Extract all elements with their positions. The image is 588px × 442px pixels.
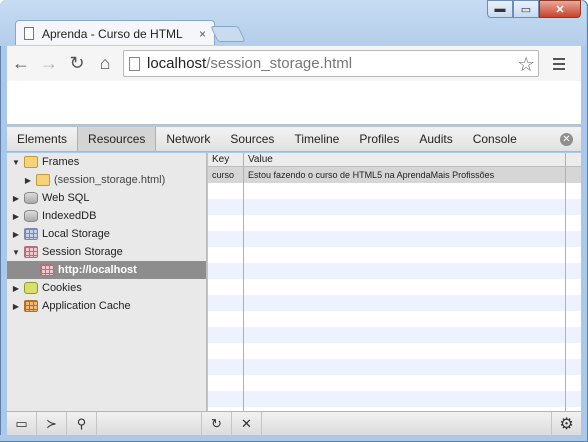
empty-row	[208, 215, 581, 231]
empty-row	[208, 231, 581, 247]
table-row[interactable]: curso Estou fazendo o curso de HTML5 na …	[208, 167, 581, 183]
database-icon	[24, 210, 38, 222]
maximize-button[interactable]: ▭	[513, 0, 539, 18]
tab-close-icon[interactable]: ×	[199, 27, 206, 41]
sidebar-item-label: Cookies	[42, 282, 82, 294]
empty-row	[208, 391, 581, 407]
empty-row	[208, 183, 581, 199]
sidebar-item-indexeddb[interactable]: ▶ IndexedDB	[7, 207, 206, 225]
sidebar-item-cookies[interactable]: ▶ Cookies	[7, 279, 206, 297]
console-drawer-icon[interactable]: ≻	[37, 411, 67, 436]
empty-row	[208, 327, 581, 343]
empty-row	[208, 263, 581, 279]
sidebar-item-label: IndexedDB	[42, 210, 97, 222]
expand-arrow-icon[interactable]: ▶	[23, 176, 33, 185]
expand-arrow-icon[interactable]: ▶	[11, 302, 21, 311]
tab-console[interactable]: Console	[463, 127, 527, 151]
bookmark-star-icon[interactable]: ☆	[517, 52, 535, 77]
menu-bar	[553, 62, 565, 65]
address-bar[interactable]: localhost/session_storage.html ☆	[123, 50, 539, 77]
back-button[interactable]: ←	[7, 50, 35, 78]
sidebar-item-localhost[interactable]: http://localhost	[7, 261, 206, 279]
cookie-icon	[24, 282, 38, 294]
tab-sources[interactable]: Sources	[220, 127, 284, 151]
expand-arrow-icon[interactable]: ▼	[11, 158, 21, 167]
forward-button[interactable]: →	[35, 50, 63, 78]
url-path: /session_storage.html	[206, 55, 353, 72]
sidebar-item-label: Frames	[42, 156, 80, 168]
storage-data-grid: Key Value curso Estou fazendo o curso de…	[208, 153, 581, 411]
browser-tab[interactable]: Aprenda - Curso de HTML ×	[15, 20, 215, 46]
page-icon	[129, 56, 140, 71]
grid-header: Key Value	[208, 153, 581, 167]
key-column-header[interactable]: Key	[208, 153, 244, 166]
tab-profiles[interactable]: Profiles	[349, 127, 409, 151]
empty-row	[208, 359, 581, 375]
search-icon[interactable]: ⚲	[67, 411, 97, 436]
url-host: localhost	[147, 55, 207, 72]
sidebar-item-label: Local Storage	[42, 228, 110, 240]
database-icon	[24, 192, 38, 204]
home-button[interactable]: ⌂	[91, 50, 119, 78]
tab-elements[interactable]: Elements	[7, 127, 77, 151]
window-controls: ▬ ▭ ✕	[487, 0, 581, 18]
expand-arrow-icon[interactable]: ▶	[11, 194, 21, 203]
delete-icon[interactable]: ✕	[232, 411, 262, 436]
tab-audits[interactable]: Audits	[409, 127, 462, 151]
empty-row	[208, 311, 581, 327]
app-cache-icon	[24, 300, 38, 312]
menu-button[interactable]	[545, 50, 573, 78]
expand-arrow-icon[interactable]: ▶	[11, 284, 21, 293]
tab-timeline[interactable]: Timeline	[284, 127, 349, 151]
page-icon	[24, 27, 34, 40]
sidebar-item-session-storage[interactable]: ▼ Session Storage	[7, 243, 206, 261]
sidebar-item-application-cache[interactable]: ▶ Application Cache	[7, 297, 206, 315]
empty-row	[208, 375, 581, 391]
folder-icon	[36, 174, 50, 186]
empty-row	[208, 295, 581, 311]
expand-arrow-icon[interactable]: ▶	[11, 212, 21, 221]
expand-arrow-icon[interactable]: ▶	[11, 230, 21, 239]
minimize-button[interactable]: ▬	[487, 0, 513, 18]
window-bottom-border	[0, 435, 586, 441]
cell-key[interactable]: curso	[208, 167, 244, 183]
refresh-icon[interactable]: ↻	[202, 411, 232, 436]
storage-icon	[24, 228, 38, 240]
dock-side-icon[interactable]: ▭	[7, 411, 37, 436]
sidebar-item-label: (session_storage.html)	[54, 174, 166, 186]
close-window-button[interactable]: ✕	[539, 0, 581, 18]
folder-icon	[24, 156, 38, 168]
cell-value[interactable]: Estou fazendo o curso de HTML5 na Aprend…	[244, 167, 566, 183]
sidebar-item-local-storage[interactable]: ▶ Local Storage	[7, 225, 206, 243]
session-storage-icon	[40, 264, 54, 276]
devtools-tabbar: Elements Resources Network Sources Timel…	[7, 127, 581, 152]
empty-row	[208, 199, 581, 215]
menu-bar	[553, 57, 565, 60]
session-storage-icon	[24, 246, 38, 258]
sidebar-item-label: Web SQL	[42, 192, 90, 204]
tab-resources[interactable]: Resources	[77, 127, 157, 151]
sidebar-item-web-sql[interactable]: ▶ Web SQL	[7, 189, 206, 207]
browser-toolbar: ← → ↻ ⌂ localhost/session_storage.html ☆	[7, 45, 581, 81]
settings-gear-icon[interactable]: ⚙	[551, 411, 581, 436]
sidebar-item-label: Application Cache	[42, 300, 131, 312]
tab-network[interactable]: Network	[156, 127, 220, 151]
empty-row	[208, 279, 581, 295]
resources-sidebar: ▼ Frames ▶ (session_storage.html) ▶ Web …	[7, 153, 207, 411]
tab-title: Aprenda - Curso de HTML	[42, 26, 183, 41]
sidebar-item-label: Session Storage	[42, 246, 123, 258]
empty-row	[208, 247, 581, 263]
empty-row	[208, 343, 581, 359]
value-column-header[interactable]: Value	[244, 153, 566, 166]
sidebar-item-frames[interactable]: ▼ Frames	[7, 153, 206, 171]
page-content	[7, 81, 581, 125]
devtools-statusbar: ▭ ≻ ⚲ ↻ ✕ ⚙	[7, 411, 581, 436]
sidebar-item-frame-page[interactable]: ▶ (session_storage.html)	[7, 171, 206, 189]
expand-arrow-icon[interactable]: ▼	[11, 248, 21, 257]
devtools-close-icon[interactable]: ✕	[560, 133, 573, 146]
menu-bar	[553, 67, 565, 70]
sidebar-item-label: http://localhost	[58, 264, 137, 276]
reload-button[interactable]: ↻	[63, 50, 91, 78]
statusbar-spacer	[97, 411, 202, 436]
